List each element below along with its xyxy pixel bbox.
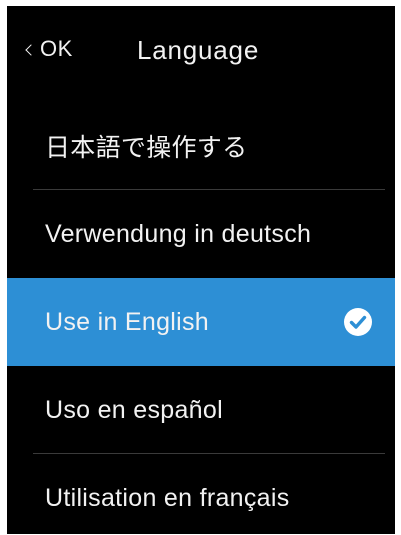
check-circle-icon	[344, 308, 372, 336]
language-label: 日本語で操作する	[45, 134, 248, 162]
language-item-english[interactable]: Use in English	[7, 278, 395, 366]
back-ok-button[interactable]: OK	[25, 36, 73, 62]
language-label: Use in English	[45, 307, 210, 336]
language-item-french[interactable]: Utilisation en français	[7, 454, 395, 534]
header: OK Language	[7, 6, 395, 96]
chevron-left-icon	[25, 43, 37, 56]
back-label: OK	[40, 36, 73, 61]
language-item-spanish[interactable]: Uso en español	[7, 366, 395, 454]
language-label: Verwendung in deutsch	[45, 219, 312, 248]
page-title: Language	[137, 35, 260, 65]
language-screen: OK Language 日本語で操作する Verwendung in deuts…	[7, 6, 395, 534]
language-list: 日本語で操作する Verwendung in deutsch Use in En…	[7, 102, 395, 534]
language-label: Uso en español	[45, 395, 223, 424]
language-label: Utilisation en français	[45, 483, 290, 512]
language-item-japanese[interactable]: 日本語で操作する	[7, 102, 395, 190]
language-item-german[interactable]: Verwendung in deutsch	[7, 190, 395, 278]
